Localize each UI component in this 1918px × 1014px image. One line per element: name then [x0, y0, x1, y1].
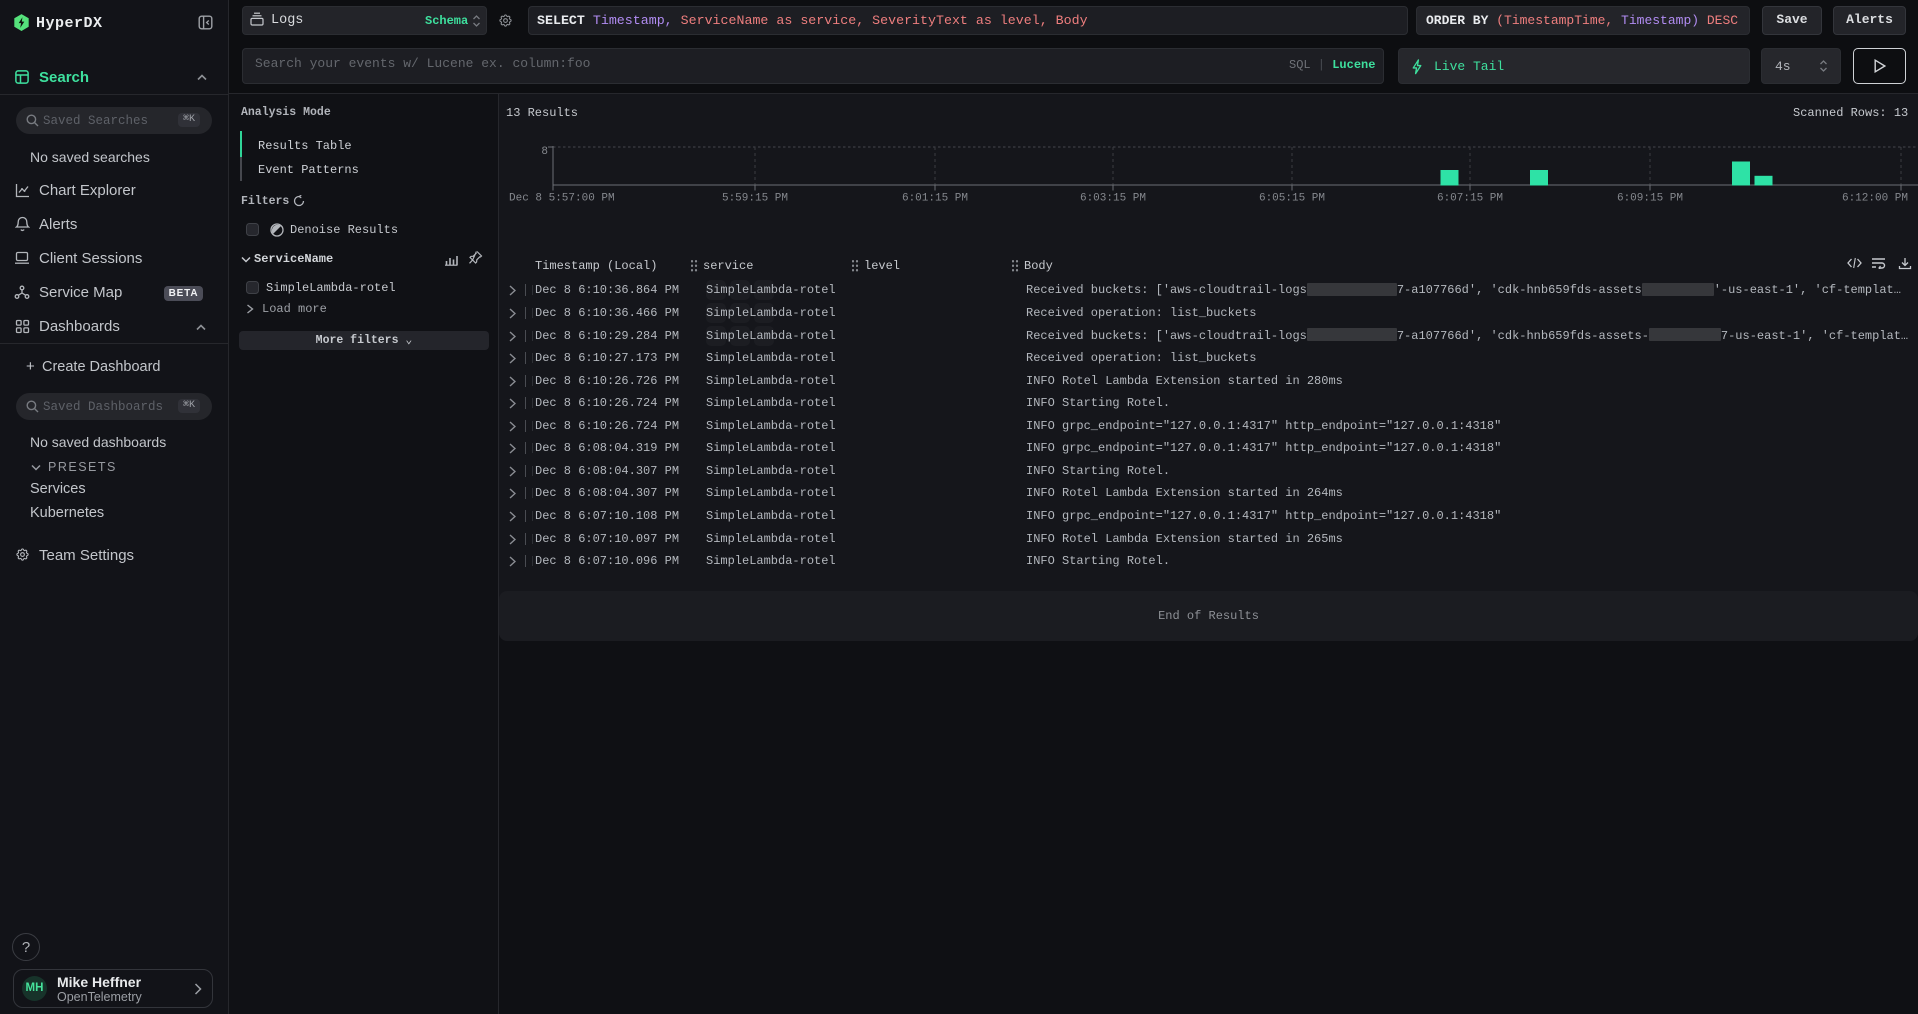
svg-text:6:12:00 PM: 6:12:00 PM: [1842, 193, 1908, 205]
svg-text:5:59:15 PM: 5:59:15 PM: [722, 193, 788, 205]
svg-text:6:05:15 PM: 6:05:15 PM: [1259, 193, 1325, 205]
svg-text:6:03:15 PM: 6:03:15 PM: [1080, 193, 1146, 205]
svg-text:6:01:15 PM: 6:01:15 PM: [902, 193, 968, 205]
svg-text:6:09:15 PM: 6:09:15 PM: [1617, 193, 1683, 205]
svg-text:Dec 8 5:57:00 PM: Dec 8 5:57:00 PM: [509, 193, 615, 205]
svg-text:8: 8: [541, 146, 548, 158]
svg-text:6:07:15 PM: 6:07:15 PM: [1437, 193, 1503, 205]
